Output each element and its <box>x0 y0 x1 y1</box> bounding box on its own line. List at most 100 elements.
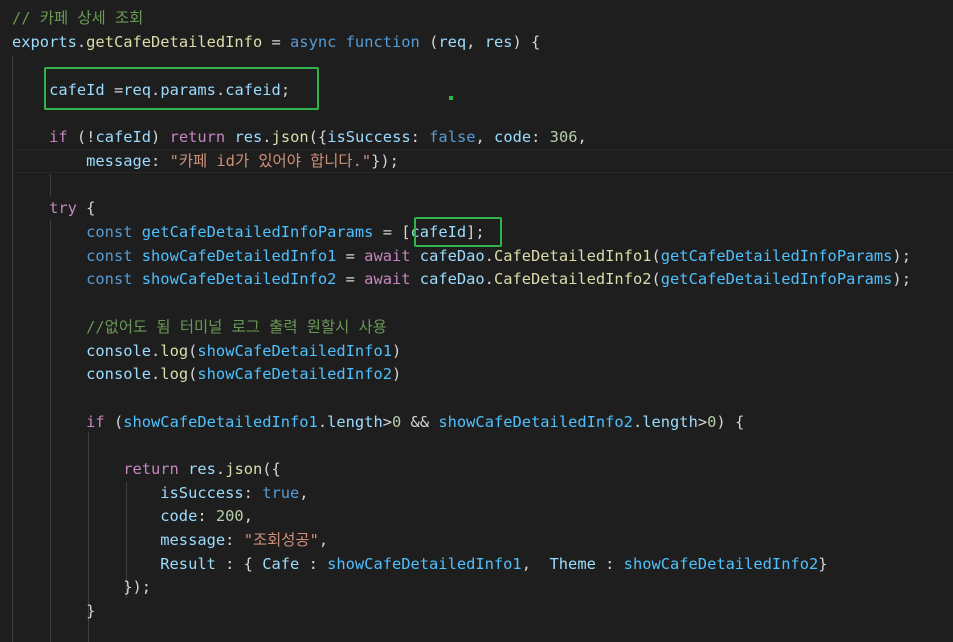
indent-guide <box>50 174 51 196</box>
code-token: ( <box>419 33 439 51</box>
code-token: cafeDao <box>419 247 485 265</box>
code-token: ) <box>391 342 402 360</box>
code-token: getCafeDetailedInfoParams <box>141 223 374 241</box>
code-line[interactable]: }); <box>12 575 151 599</box>
code-token: showCafeDetailedInfo1 <box>197 342 392 360</box>
code-token: , <box>243 507 253 525</box>
code-token: Cafe <box>262 555 300 573</box>
code-token: [ <box>401 223 411 241</box>
code-line[interactable]: Result : { Cafe : showCafeDetailedInfo1,… <box>12 552 828 576</box>
code-token: , <box>577 128 587 146</box>
code-token: showCafeDetailedInfo1 <box>327 555 522 573</box>
code-token: //없어도 됨 터미널 로그 출력 원할시 사용 <box>86 318 387 336</box>
code-token: Result <box>160 555 216 573</box>
code-token: : <box>197 507 216 525</box>
code-token: showCafeDetailedInfo1 <box>141 247 337 265</box>
code-token: ( <box>651 247 661 265</box>
code-token: const <box>86 247 133 265</box>
code-line[interactable]: const showCafeDetailedInfo2 = await cafe… <box>12 267 911 291</box>
code-token: res <box>234 128 263 146</box>
code-token: getCafeDetailedInfoParams <box>660 270 893 288</box>
code-token: exports <box>12 33 77 51</box>
code-token: showCafeDetailedInfo2 <box>197 365 392 383</box>
code-token: . <box>151 365 161 383</box>
code-token: , <box>521 555 550 573</box>
code-token: > <box>382 413 392 431</box>
code-token: "조회성공" <box>243 531 319 549</box>
code-token: . <box>151 342 161 360</box>
code-token: , <box>318 531 329 549</box>
code-line[interactable]: console.log(showCafeDetailedInfo2) <box>12 362 401 386</box>
code-line[interactable]: return res.json({ <box>12 457 281 481</box>
code-line[interactable]: message: "조회성공", <box>12 528 328 552</box>
code-token: } <box>818 555 828 573</box>
code-token: ) { <box>512 33 541 51</box>
code-token: cafeDao <box>419 270 485 288</box>
code-token: Theme <box>549 555 596 573</box>
code-token: : { <box>215 555 263 573</box>
code-token: . <box>484 270 494 288</box>
code-token: : <box>531 128 550 146</box>
code-token: async <box>290 33 337 51</box>
code-token: false <box>429 128 476 146</box>
code-token: length <box>642 413 698 431</box>
code-token: . <box>215 460 226 478</box>
code-line[interactable]: // 카페 상세 조회 <box>12 6 143 30</box>
code-line[interactable]: exports.getCafeDetailedInfo = async func… <box>12 30 540 54</box>
code-token: message <box>160 531 226 549</box>
code-token: code <box>494 128 532 146</box>
cursor-marker <box>449 96 453 100</box>
code-token: getCafeDetailedInfoParams <box>660 247 893 265</box>
code-token: req <box>438 33 467 51</box>
code-token: log <box>160 342 189 360</box>
code-token: = <box>262 33 291 51</box>
code-line[interactable]: } <box>12 599 95 623</box>
code-token: const <box>86 223 133 241</box>
code-token: 0 <box>707 413 717 431</box>
code-token: . <box>262 128 272 146</box>
code-token: return <box>169 128 226 146</box>
code-token: ( <box>188 342 198 360</box>
code-token: }); <box>371 152 399 170</box>
code-token: , <box>466 33 485 51</box>
code-line[interactable]: console.log(showCafeDetailedInfo1) <box>12 339 401 363</box>
code-token: , <box>299 484 309 502</box>
highlight-box-cafeid-assignment <box>44 67 319 110</box>
code-line[interactable]: if (!cafeId) return res.json({isSuccess:… <box>12 125 587 149</box>
code-token: const <box>86 270 133 288</box>
code-line[interactable]: //없어도 됨 터미널 로그 출력 원할시 사용 <box>12 315 387 339</box>
code-token: ( <box>651 270 661 288</box>
code-token: console <box>86 342 152 360</box>
code-line[interactable]: try { <box>12 196 95 220</box>
code-token: } <box>86 602 96 620</box>
code-token: res <box>188 460 216 478</box>
code-token: > <box>697 413 708 431</box>
code-line[interactable]: message: "카페 id가 있어야 합니다."}); <box>12 149 399 173</box>
code-line[interactable]: if (showCafeDetailedInfo1.length>0 && sh… <box>12 410 744 434</box>
code-token: ( <box>188 365 198 383</box>
code-token: ) <box>391 365 402 383</box>
code-line[interactable]: isSuccess: true, <box>12 481 309 505</box>
code-token: isSuccess <box>160 484 244 502</box>
code-editor[interactable]: // 카페 상세 조회 exports.getCafeDetailedInfo =… <box>0 0 953 642</box>
highlight-box-cafeid-array <box>414 217 502 247</box>
code-line[interactable]: const showCafeDetailedInfo1 = await cafe… <box>12 244 911 268</box>
code-line[interactable]: code: 200, <box>12 504 253 528</box>
code-token: = <box>373 223 402 241</box>
code-token: ({ <box>262 460 281 478</box>
code-token: ); <box>892 270 911 288</box>
code-token: : <box>225 531 244 549</box>
